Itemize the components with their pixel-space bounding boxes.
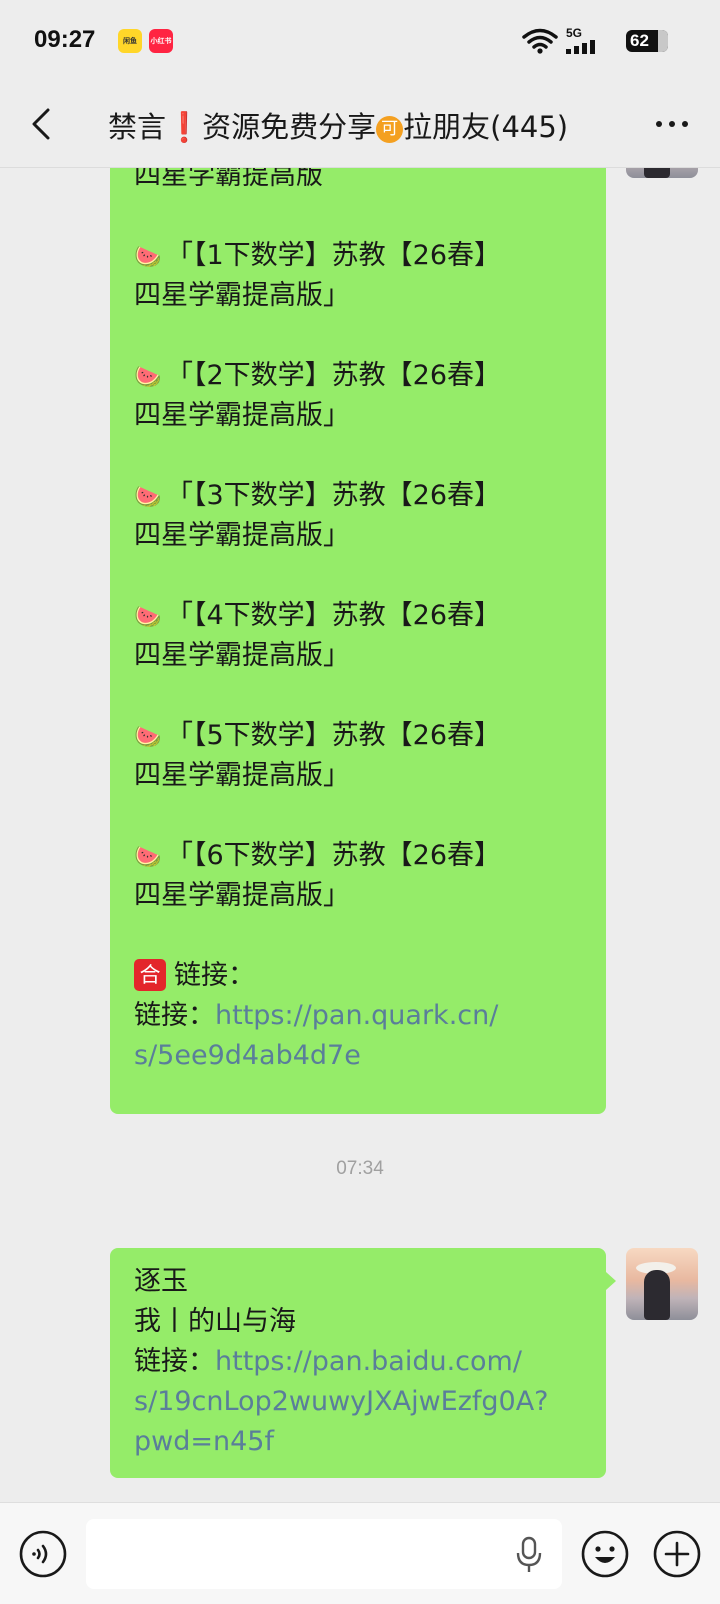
message-line: 「【6下数学】苏教【26春】 bbox=[166, 840, 502, 871]
message-line: 四星学霸提高版」 bbox=[134, 760, 350, 791]
network-type-label: 5G bbox=[566, 26, 583, 40]
message-line: 四星学霸提高版」 bbox=[134, 280, 350, 311]
status-time: 09:27 bbox=[34, 26, 96, 53]
xiaohongshu-app-icon: 小红书 bbox=[149, 29, 173, 53]
chevron-left-icon[interactable] bbox=[24, 104, 60, 144]
input-bar bbox=[0, 1502, 720, 1604]
watermelon-icon: 🍉 bbox=[134, 845, 162, 870]
quark-link[interactable]: https://pan.quark.cn/ bbox=[215, 1000, 498, 1031]
watermelon-icon: 🍉 bbox=[134, 605, 162, 630]
baidu-link[interactable]: https://pan.baidu.com/ bbox=[215, 1346, 522, 1377]
chat-header: 禁言❗资源免费分享可拉朋友(445) bbox=[0, 80, 720, 168]
avatar[interactable] bbox=[626, 168, 698, 178]
chat-title: 禁言❗资源免费分享可拉朋友(445) bbox=[108, 104, 628, 146]
microphone-icon[interactable] bbox=[514, 1535, 544, 1575]
message-line: 四星学霸提高版」 bbox=[134, 520, 350, 551]
watermelon-icon: 🍉 bbox=[134, 725, 162, 750]
voice-icon[interactable] bbox=[18, 1529, 68, 1579]
plus-icon[interactable] bbox=[652, 1529, 702, 1579]
signal-icon bbox=[566, 40, 595, 54]
battery-level: 62 bbox=[630, 31, 649, 50]
quark-link-cont[interactable]: s/5ee9d4ab4d7e bbox=[134, 1036, 586, 1076]
more-dots-icon[interactable] bbox=[654, 118, 690, 130]
emoji-icon[interactable] bbox=[580, 1529, 630, 1579]
status-bar: 09:27 闲鱼 小红书 5G 62 bbox=[0, 0, 720, 80]
link-heading: 链接： bbox=[174, 960, 255, 991]
message-line: 我丨的山与海 bbox=[134, 1306, 296, 1337]
message-bubble[interactable]: 逐玉 我丨的山与海 链接：https://pan.baidu.com/ s/19… bbox=[110, 1248, 606, 1478]
watermelon-icon: 🍉 bbox=[134, 365, 162, 390]
bubble-tail bbox=[606, 1272, 616, 1290]
message-line: 四星学霸提高版 bbox=[134, 168, 323, 191]
ke-badge-icon: 可 bbox=[376, 116, 404, 143]
wifi-icon bbox=[522, 28, 558, 54]
baidu-link-cont2[interactable]: pwd=n45f bbox=[134, 1422, 586, 1462]
xianyu-app-icon: 闲鱼 bbox=[118, 29, 142, 53]
title-text-2: 资源免费分享 bbox=[202, 110, 377, 144]
message-line: 「【2下数学】苏教【26春】 bbox=[166, 360, 502, 391]
message-line: 逐玉 bbox=[134, 1266, 188, 1297]
message-line: 「【4下数学】苏教【26春】 bbox=[166, 600, 502, 631]
message-line: 四星学霸提高版」 bbox=[134, 880, 350, 911]
exclamation-icon: ❗ bbox=[166, 110, 203, 144]
watermelon-icon: 🍉 bbox=[134, 485, 162, 510]
message-line: 四星学霸提高版」 bbox=[134, 640, 350, 671]
message-line: 「【5下数学】苏教【26春】 bbox=[166, 720, 502, 751]
message-line: 「【1下数学】苏教【26春】 bbox=[166, 240, 502, 271]
message-bubble[interactable]: 四星学霸提高版 🍉 「【1下数学】苏教【26春】 四星学霸提高版」 🍉 「【2下数学… bbox=[110, 168, 606, 1114]
title-text-1: 禁言 bbox=[108, 110, 167, 144]
link-label: 链接： bbox=[134, 1346, 215, 1377]
he-badge-icon: 合 bbox=[134, 959, 166, 991]
avatar[interactable] bbox=[626, 1248, 698, 1320]
link-label: 链接： bbox=[134, 1000, 215, 1031]
message-line: 「【3下数学】苏教【26春】 bbox=[166, 480, 502, 511]
battery-indicator: 62 bbox=[626, 30, 668, 52]
message-timestamp: 07:34 bbox=[336, 1158, 384, 1179]
title-text-3: 拉朋友(445) bbox=[403, 110, 569, 144]
message-line: 四星学霸提高版」 bbox=[134, 400, 350, 431]
baidu-link-cont[interactable]: s/19cnLop2wuwyJXAjwEzfg0A? bbox=[134, 1382, 586, 1422]
watermelon-icon: 🍉 bbox=[134, 245, 162, 270]
chat-area[interactable]: 四星学霸提高版 🍉 「【1下数学】苏教【26春】 四星学霸提高版」 🍉 「【2下数学… bbox=[0, 168, 720, 1502]
message-input[interactable] bbox=[86, 1519, 562, 1589]
